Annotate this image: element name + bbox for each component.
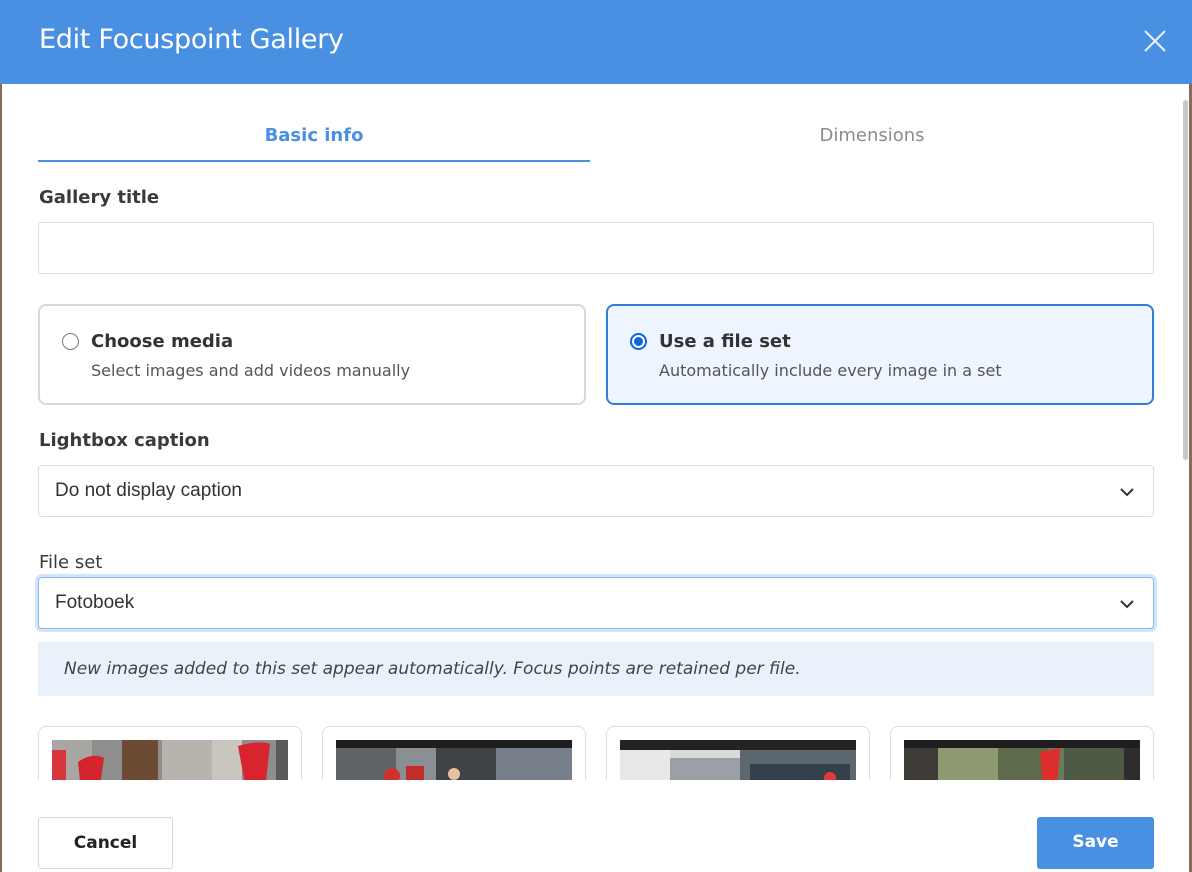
tab-basic-info[interactable]: Basic info (38, 112, 590, 162)
scrollbar-thumb[interactable] (1183, 100, 1188, 460)
use-file-set-radio[interactable] (630, 333, 647, 350)
lightbox-caption-label: Lightbox caption (39, 430, 210, 451)
dialog-title: Edit Focuspoint Gallery (39, 24, 344, 55)
choose-media-description: Select images and add videos manually (91, 361, 411, 380)
thumbnail-image (52, 740, 288, 780)
chevron-down-icon (1120, 488, 1134, 497)
choose-media-title: Choose media (91, 331, 234, 352)
file-set-value: Fotoboek (55, 592, 135, 613)
file-set-select[interactable]: Fotoboek (38, 577, 1154, 629)
thumbnail-card[interactable] (606, 726, 870, 780)
thumbnail-card[interactable] (890, 726, 1154, 780)
chevron-down-icon (1120, 600, 1134, 609)
thumbnail-image (336, 740, 572, 780)
choose-media-radio[interactable] (62, 333, 79, 350)
lightbox-caption-value: Do not display caption (55, 480, 242, 501)
gallery-title-label: Gallery title (39, 187, 160, 208)
use-file-set-description: Automatically include every image in a s… (659, 361, 1002, 380)
gallery-title-input[interactable] (38, 222, 1154, 274)
dialog-header: Edit Focuspoint Gallery (0, 0, 1192, 84)
use-file-set-option[interactable]: Use a file set Automatically include eve… (606, 304, 1154, 405)
thumbnail-image (620, 740, 856, 780)
thumbnail-card[interactable] (38, 726, 302, 780)
save-button[interactable]: Save (1037, 817, 1154, 869)
file-set-label: File set (39, 552, 103, 573)
lightbox-caption-select[interactable]: Do not display caption (38, 465, 1154, 517)
info-note: New images added to this set appear auto… (38, 642, 1154, 696)
thumbnail-grid (0, 720, 1180, 780)
thumbnail-card[interactable] (322, 726, 586, 780)
thumbnail-image (904, 740, 1140, 780)
info-note-text: New images added to this set appear auto… (64, 659, 801, 679)
cancel-button[interactable]: Cancel (38, 817, 173, 869)
close-icon[interactable] (1138, 24, 1172, 58)
tab-dimensions[interactable]: Dimensions (596, 112, 1148, 162)
choose-media-option[interactable]: Choose media Select images and add video… (38, 304, 586, 405)
use-file-set-title: Use a file set (659, 331, 791, 352)
